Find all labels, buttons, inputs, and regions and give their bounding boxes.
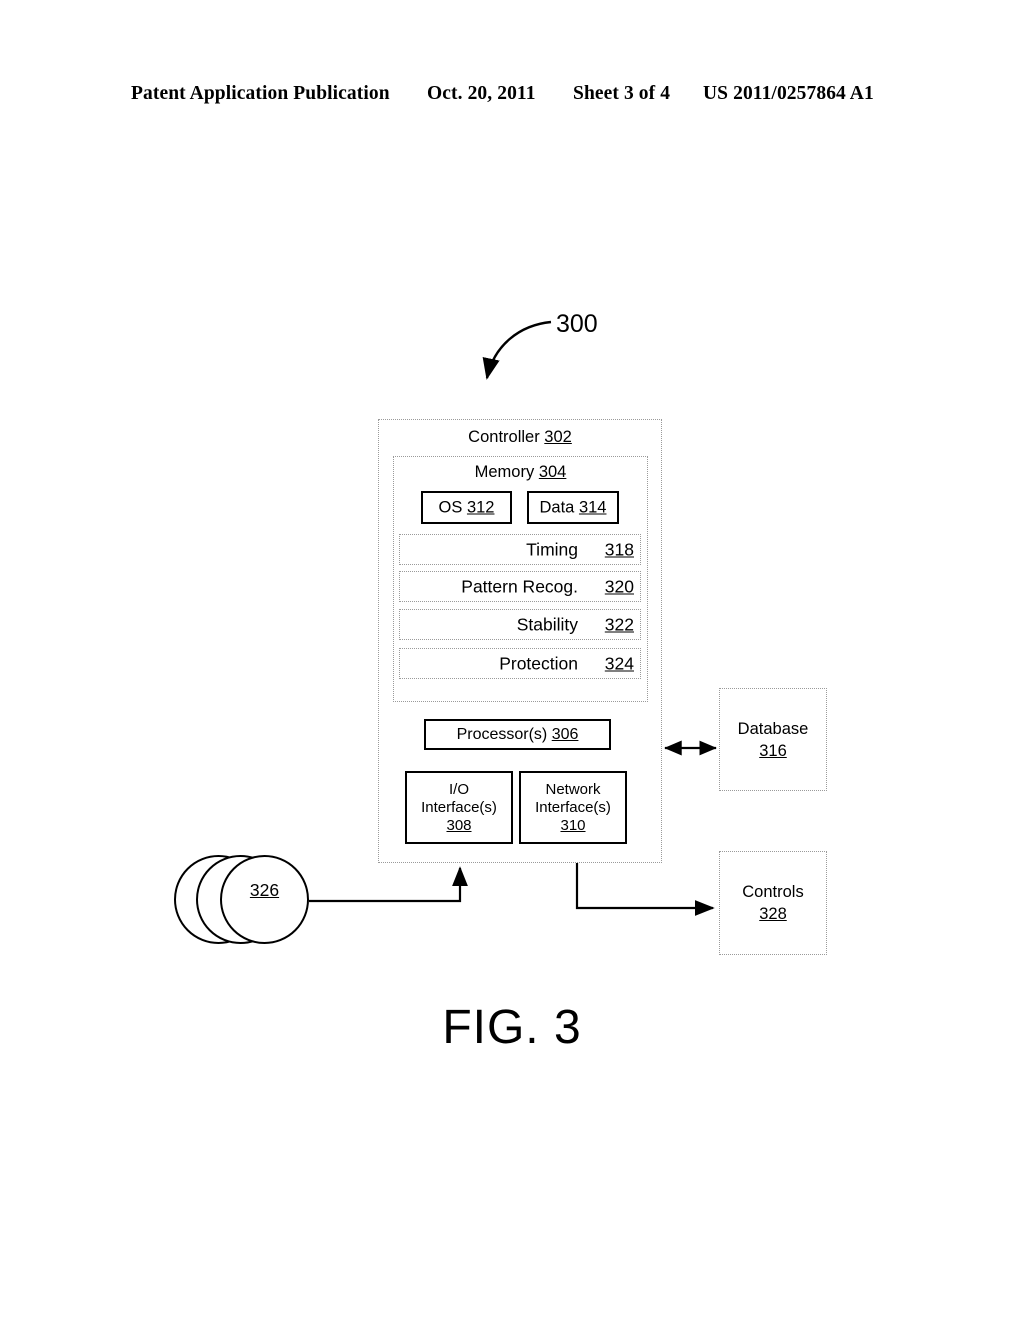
network-interface-ref: 310 — [560, 816, 586, 834]
io-interface-line2: Interface(s) — [421, 798, 497, 816]
io-interface-line1: I/O — [448, 780, 469, 798]
memory-label: Memory — [474, 463, 535, 481]
module-protection-ref: 324 — [604, 653, 634, 673]
os-name: OS — [438, 498, 463, 516]
module-pattern-recognition-ref: 320 — [604, 576, 634, 596]
network-interface-line2: Interface(s) — [535, 798, 611, 816]
data-ref: 314 — [578, 498, 607, 516]
controller-title: Controller 302 — [378, 428, 662, 447]
os-ref: 312 — [466, 498, 495, 516]
figure-caption: FIG. 3 — [442, 1001, 582, 1054]
network-interface-label: Network Interface(s) 310 — [521, 781, 625, 835]
data-name-text: Data — [539, 498, 575, 516]
network-interface-line1: Network — [545, 780, 601, 798]
controller-ref: 302 — [544, 428, 572, 446]
module-row-pattern-recognition: Pattern Recog. 320 — [399, 571, 641, 602]
database-label: Database 316 — [720, 718, 826, 762]
database-box: Database 316 — [719, 688, 827, 791]
connector-sensors-controller — [309, 866, 468, 903]
controls-box: Controls 328 — [719, 851, 827, 955]
module-stability-label: Stability — [516, 614, 578, 634]
controls-name: Controls — [742, 883, 804, 901]
module-stability-ref: 322 — [604, 614, 634, 634]
database-name: Database — [737, 719, 809, 738]
module-pattern-recognition-label: Pattern Recog. — [461, 576, 578, 596]
processor-box-label: Processor(s) 306 — [426, 726, 609, 744]
reference-numeral-300: 300 — [556, 310, 598, 338]
sensor-stack-ref: 326 — [249, 880, 280, 900]
memory-ref: 304 — [538, 463, 567, 481]
module-row-timing: Timing 318 — [399, 534, 641, 565]
processor-name: Processor(s) — [456, 725, 548, 743]
os-box-label: OS 312 — [423, 498, 510, 517]
io-interface-ref: 308 — [446, 816, 472, 834]
os-box: OS 312 — [421, 491, 512, 524]
module-protection-label: Protection — [499, 653, 578, 673]
connector-controller-controls — [575, 863, 715, 916]
controls-label: Controls 328 — [720, 881, 826, 925]
data-box-label: Data 314 — [529, 498, 617, 517]
module-timing-ref: 318 — [604, 539, 634, 559]
lead-line-300 — [482, 320, 552, 380]
io-interface-box: I/O Interface(s) 308 — [405, 771, 513, 844]
controller-label: Controller — [468, 428, 540, 446]
memory-title: Memory 304 — [393, 463, 648, 482]
network-interface-box: Network Interface(s) 310 — [519, 771, 627, 844]
processor-ref: 306 — [551, 725, 579, 743]
module-row-protection: Protection 324 — [399, 648, 641, 679]
data-box: Data 314 — [527, 491, 619, 524]
patent-figure-3: 300 Controller 302 Memory 304 OS 312 Dat… — [0, 0, 1024, 1320]
module-timing-label: Timing — [526, 539, 578, 559]
processor-box: Processor(s) 306 — [424, 719, 611, 750]
module-row-stability: Stability 322 — [399, 609, 641, 640]
database-ref: 316 — [759, 741, 787, 760]
io-interface-label: I/O Interface(s) 308 — [407, 781, 511, 835]
controls-ref: 328 — [759, 905, 787, 923]
